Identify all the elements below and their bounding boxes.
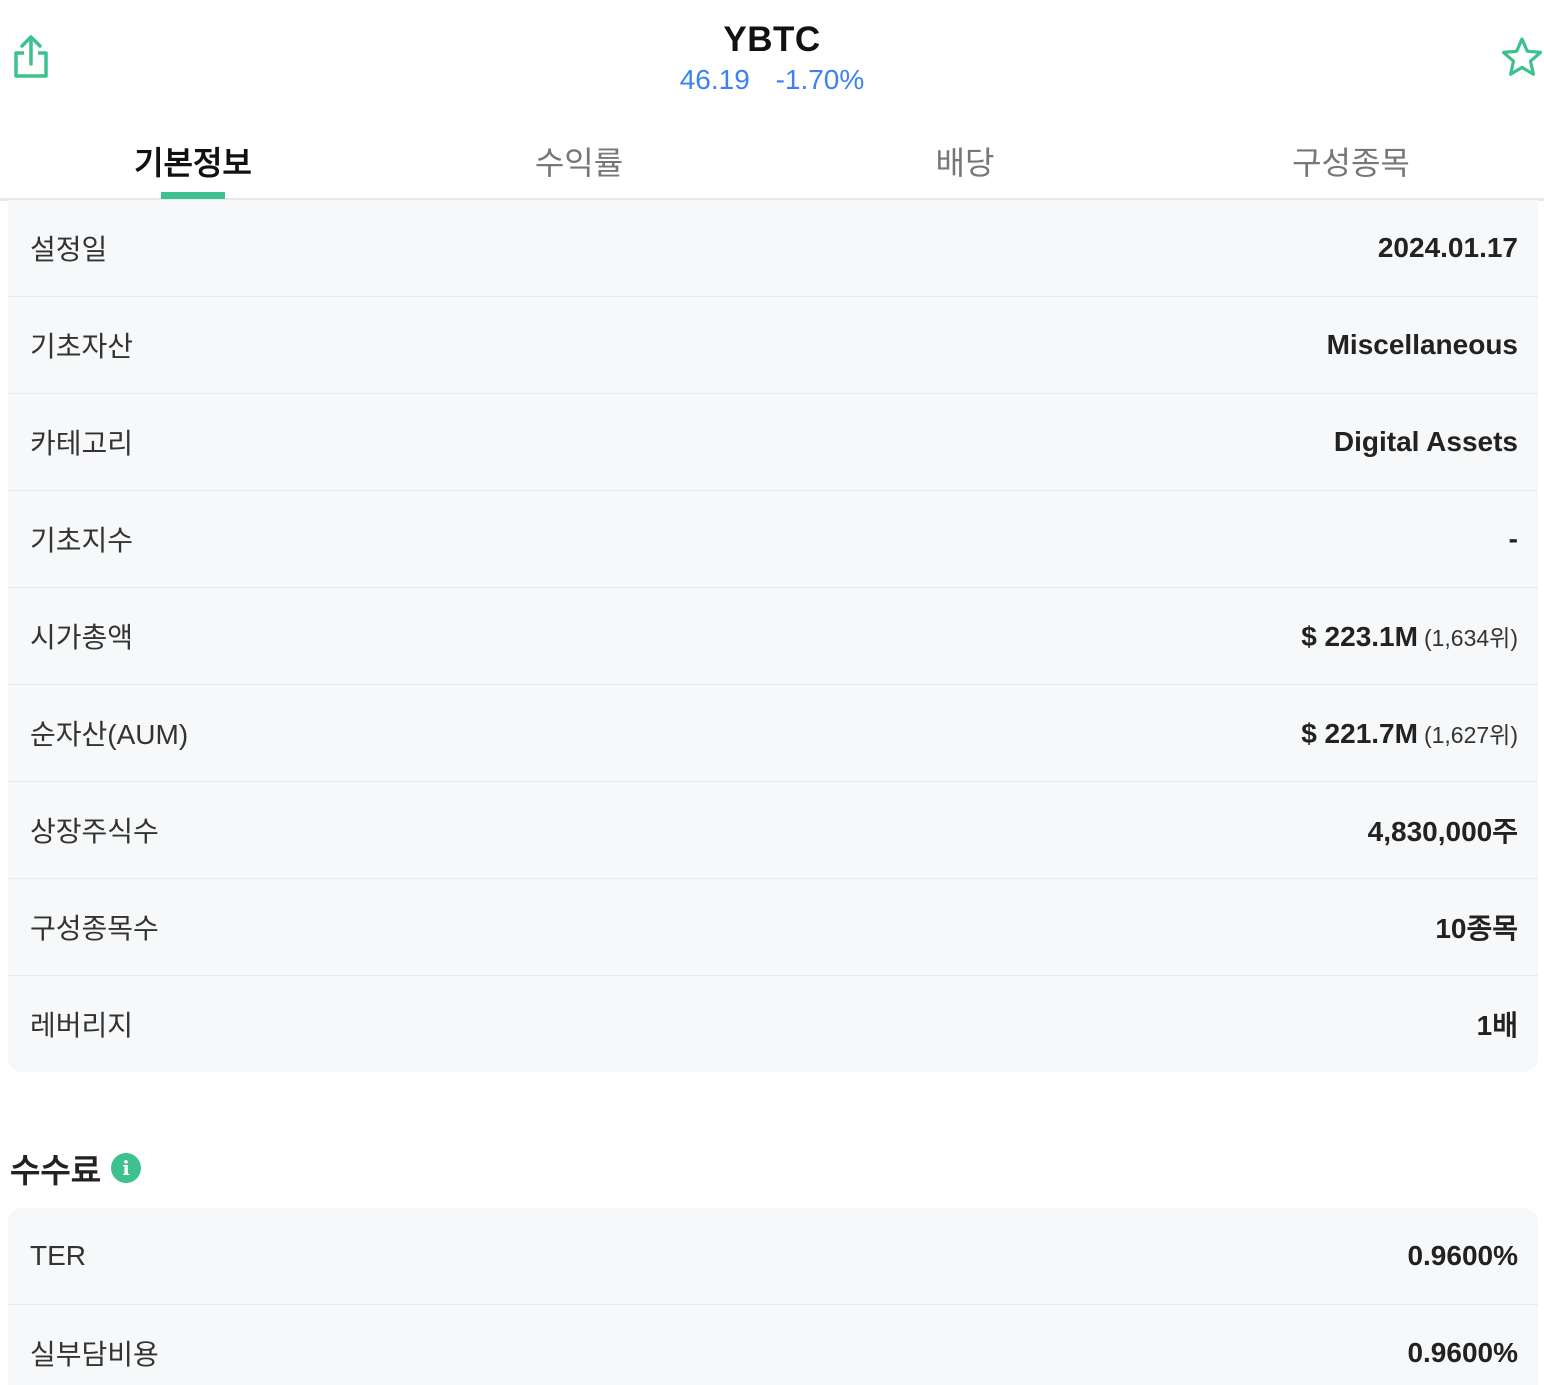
fee-card: TER 0.9600% 실부담비용 0.9600% (8, 1208, 1538, 1385)
value-text: 4,830,000주 (1367, 816, 1518, 847)
row-value: $ 221.7M (1,627위) (1301, 716, 1518, 750)
favorite-button[interactable] (1500, 36, 1544, 78)
row-value: Digital Assets (1334, 426, 1518, 458)
info-row-shares-outstanding: 상장주식수 4,830,000주 (8, 782, 1538, 879)
value-text: 0.9600% (1407, 1240, 1518, 1271)
etf-detail-page: YBTC 46.19 -1.70% 기본정보 수익률 배당 구성종목 설정일 2… (0, 0, 1544, 1385)
rank-text: (1,634위) (1423, 625, 1518, 651)
value-text: 0.9600% (1407, 1337, 1518, 1368)
value-text: Digital Assets (1333, 426, 1518, 457)
row-label: 설정일 (30, 234, 108, 265)
tab-label: 배당 (935, 145, 995, 181)
active-tab-indicator (161, 192, 225, 199)
fee-row-actual-cost: 실부담비용 0.9600% (8, 1305, 1538, 1385)
fee-section-heading: 수수료 i (10, 1146, 142, 1190)
info-row-market-cap: 시가총액 $ 223.1M (1,634위) (8, 588, 1538, 685)
tab-label: 수익률 (534, 145, 624, 181)
row-value: 4,830,000주 (1368, 810, 1518, 850)
tab-label: 기본정보 (134, 145, 252, 181)
row-label: 순자산(AUM) (30, 719, 189, 750)
row-label: 기초지수 (30, 525, 134, 556)
row-value: 10종목 (1435, 907, 1518, 947)
tab-basic-info[interactable]: 기본정보 (0, 118, 386, 199)
value-text: $ 223.1M (1301, 621, 1418, 652)
ticker-title: YBTC (723, 20, 821, 59)
tab-holdings[interactable]: 구성종목 (1158, 118, 1544, 198)
price-quote: 46.19 -1.70% (0, 64, 1544, 96)
info-row-aum: 순자산(AUM) $ 221.7M (1,627위) (8, 685, 1538, 782)
value-text: 10종목 (1435, 913, 1518, 944)
info-row-underlying-index: 기초지수 - (8, 491, 1538, 588)
info-row-underlying-asset: 기초자산 Miscellaneous (8, 297, 1538, 394)
info-row-inception-date: 설정일 2024.01.17 (8, 200, 1538, 297)
row-label: TER (30, 1240, 86, 1271)
row-label: 구성종목수 (30, 913, 159, 944)
info-icon[interactable]: i (111, 1153, 142, 1183)
value-text: $ 221.7M (1301, 718, 1418, 749)
row-label: 시가총액 (30, 622, 134, 653)
row-value: 0.9600% (1407, 1240, 1518, 1272)
fee-row-ter: TER 0.9600% (8, 1208, 1538, 1305)
info-row-leverage: 레버리지 1배 (8, 976, 1538, 1072)
row-label: 상장주식수 (30, 816, 159, 847)
row-label: 기초자산 (30, 331, 134, 362)
value-text: 1배 (1476, 1010, 1518, 1041)
row-value: Miscellaneous (1327, 329, 1518, 361)
info-row-category: 카테고리 Digital Assets (8, 394, 1538, 491)
tab-label: 구성종목 (1292, 145, 1410, 181)
rank-text: (1,627위) (1423, 722, 1518, 748)
row-value: - (1509, 523, 1518, 555)
value-text: Miscellaneous (1326, 329, 1518, 360)
header: YBTC 46.19 -1.70% (0, 0, 1544, 110)
row-value: 1배 (1477, 1004, 1518, 1044)
row-value: 2024.01.17 (1378, 232, 1518, 264)
fee-heading-text: 수수료 (10, 1152, 102, 1189)
star-outline-icon (1501, 37, 1543, 76)
row-value: $ 223.1M (1,634위) (1301, 619, 1518, 653)
tab-dividend[interactable]: 배당 (772, 118, 1158, 198)
value-text: - (1508, 523, 1518, 554)
price-change: -1.70% (775, 64, 865, 95)
tab-returns[interactable]: 수익률 (386, 118, 772, 198)
row-label: 레버리지 (30, 1010, 134, 1041)
row-value: 0.9600% (1407, 1337, 1518, 1369)
info-row-holdings-count: 구성종목수 10종목 (8, 879, 1538, 976)
current-price: 46.19 (679, 64, 750, 95)
tab-bar: 기본정보 수익률 배당 구성종목 (0, 118, 1544, 201)
value-text: 2024.01.17 (1377, 232, 1518, 263)
row-label: 실부담비용 (30, 1339, 159, 1370)
row-label: 카테고리 (30, 428, 134, 459)
basic-info-card: 설정일 2024.01.17 기초자산 Miscellaneous 카테고리 D… (8, 200, 1538, 1072)
